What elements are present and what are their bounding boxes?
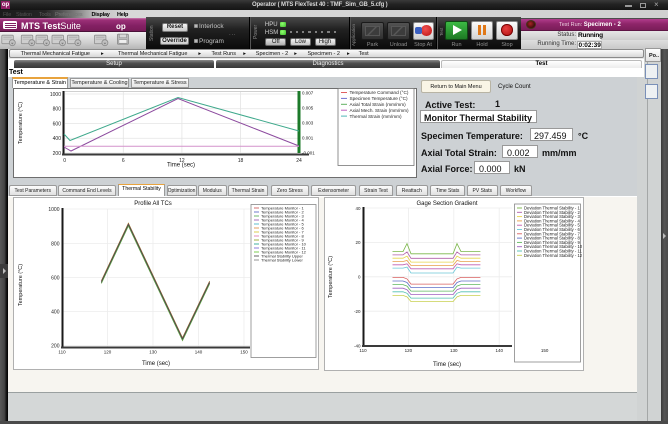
svg-text:20: 20 — [355, 240, 361, 245]
svg-text:200: 200 — [51, 343, 60, 349]
svg-text:140: 140 — [195, 350, 203, 355]
svg-text:Deviation Thermal Stability -: Deviation Thermal Stability - 12 — [524, 253, 583, 258]
svg-text:Temperature Command (°C): Temperature Command (°C) — [350, 90, 409, 95]
svg-text:-0.001: -0.001 — [302, 151, 315, 156]
svg-text:200: 200 — [53, 151, 62, 157]
svg-text:Thermal Strain (mm/mm): Thermal Strain (mm/mm) — [350, 114, 403, 119]
svg-text:110: 110 — [359, 348, 367, 353]
svg-text:400: 400 — [53, 136, 62, 142]
svg-text:1000: 1000 — [48, 207, 59, 213]
svg-text:400: 400 — [51, 309, 60, 315]
svg-text:120: 120 — [104, 350, 112, 355]
svg-text:Profile All TCs: Profile All TCs — [134, 201, 172, 207]
svg-text:140: 140 — [495, 348, 503, 353]
svg-text:40: 40 — [355, 206, 361, 211]
svg-text:Axial Mech. Strain (mm/mm): Axial Mech. Strain (mm/mm) — [350, 108, 410, 113]
svg-text:0.007: 0.007 — [302, 90, 314, 95]
svg-text:120: 120 — [405, 348, 413, 353]
svg-text:6: 6 — [122, 158, 125, 164]
svg-text:0.001: 0.001 — [302, 136, 314, 141]
svg-text:Temperature (°C): Temperature (°C) — [328, 256, 334, 298]
svg-text:800: 800 — [53, 107, 62, 113]
svg-text:0: 0 — [358, 275, 361, 280]
svg-text:110: 110 — [58, 350, 66, 355]
svg-text:130: 130 — [149, 350, 157, 355]
svg-text:Temperature (°C): Temperature (°C) — [18, 102, 24, 144]
svg-text:Thermal Stability Lower: Thermal Stability Lower — [261, 258, 303, 263]
svg-text:Temperature (°C): Temperature (°C) — [18, 264, 24, 306]
svg-text:150: 150 — [240, 350, 248, 355]
svg-text:Gage Section Gradient: Gage Section Gradient — [416, 201, 477, 207]
svg-text:18: 18 — [238, 158, 244, 164]
svg-text:Time (sec): Time (sec) — [142, 361, 170, 367]
svg-text:Specimen Temperature (°C): Specimen Temperature (°C) — [350, 96, 408, 101]
svg-text:0.003: 0.003 — [302, 121, 314, 126]
svg-text:1000: 1000 — [50, 92, 61, 98]
svg-text:0: 0 — [63, 158, 66, 164]
svg-text:0.005: 0.005 — [302, 105, 314, 110]
svg-text:Time (sec): Time (sec) — [167, 163, 195, 169]
svg-text:Axial Total Strain (mm/mm): Axial Total Strain (mm/mm) — [350, 102, 407, 107]
svg-text:150: 150 — [541, 348, 549, 353]
svg-text:-20: -20 — [354, 309, 361, 314]
svg-text:24: 24 — [296, 158, 302, 164]
svg-text:800: 800 — [51, 241, 60, 247]
svg-text:600: 600 — [51, 275, 60, 281]
svg-text:Time (sec): Time (sec) — [433, 362, 461, 368]
svg-text:600: 600 — [53, 121, 62, 127]
svg-text:130: 130 — [450, 348, 458, 353]
